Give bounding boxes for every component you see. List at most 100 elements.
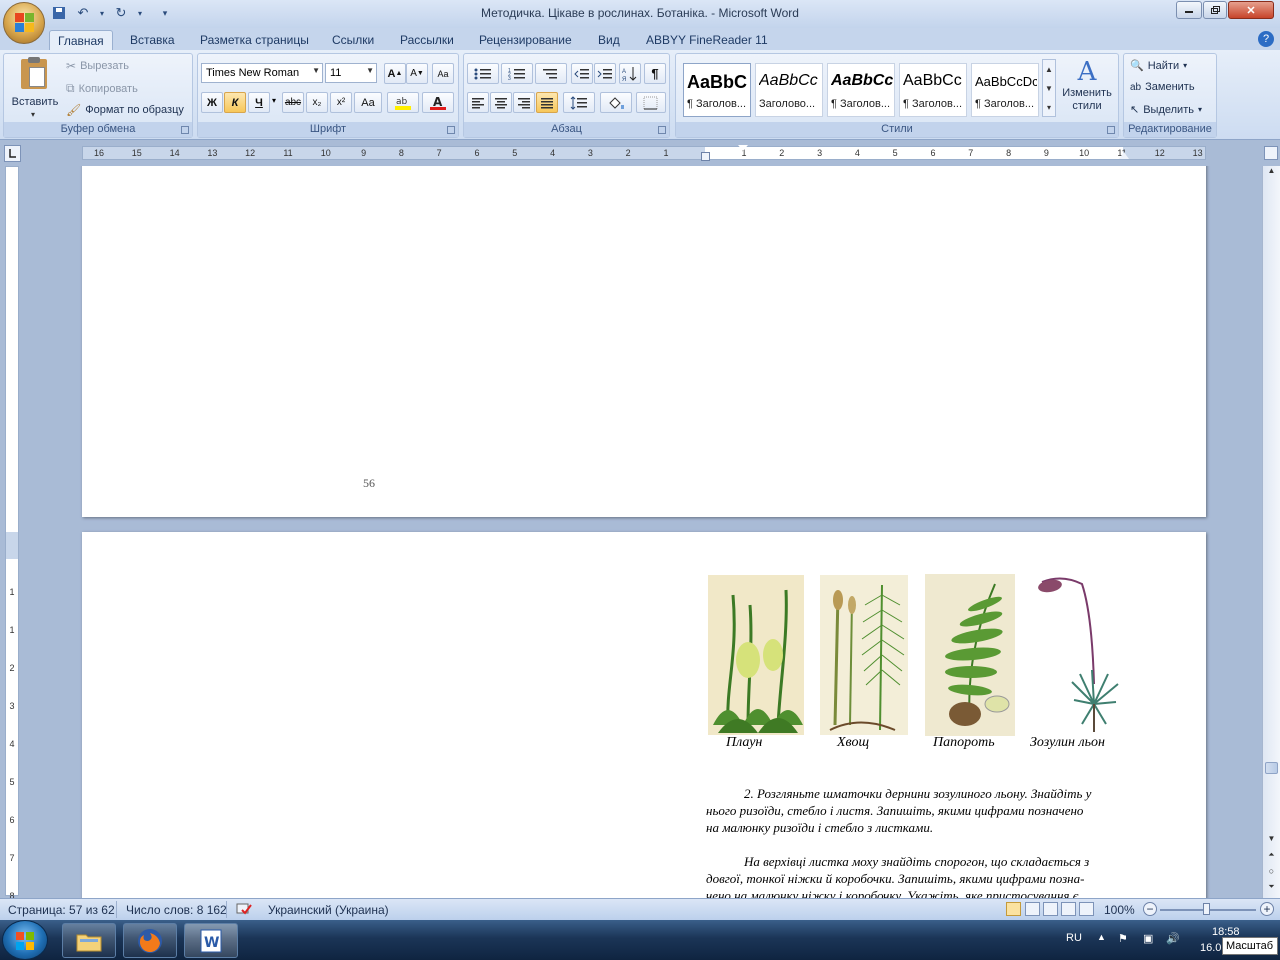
tab-home[interactable]: Главная <box>49 30 113 50</box>
proofing-icon[interactable] <box>236 902 252 916</box>
zoom-slider-thumb[interactable] <box>1203 903 1210 915</box>
shrink-font-button[interactable]: A ▼ <box>406 63 428 84</box>
paste-button[interactable]: Вставить ▾ <box>9 57 61 121</box>
format-painter-button[interactable]: 🖌 Формат по образцу <box>66 103 184 117</box>
borders-button[interactable] <box>636 92 666 113</box>
style-tile-5[interactable]: AaBbCcDc ¶ Заголов... <box>971 63 1039 117</box>
save-icon[interactable] <box>50 4 68 22</box>
document-area[interactable]: 56 Плаун Хвощ Папороть Зозулин льон 2. Р… <box>24 166 1262 898</box>
view-print-layout-icon[interactable] <box>1006 902 1021 916</box>
prev-page-icon[interactable]: ⏶ <box>1265 850 1278 864</box>
tab-abbyy[interactable]: ABBYY FineReader 11 <box>638 30 776 50</box>
superscript-button[interactable]: x² <box>330 92 352 113</box>
style-tile-3[interactable]: AaBbCc ¶ Заголов... <box>827 63 895 117</box>
line-spacing-button[interactable] <box>563 92 595 113</box>
font-color-button[interactable]: A <box>422 92 454 113</box>
flag-icon[interactable]: ⚑ <box>1118 932 1128 945</box>
left-indent-marker[interactable] <box>701 152 710 161</box>
select-button[interactable]: ↖ Выделить ▾ <box>1130 103 1202 117</box>
redo-icon[interactable]: ↻ <box>112 4 130 22</box>
dialog-launcher-icon[interactable] <box>658 126 666 134</box>
show-marks-button[interactable]: ¶ <box>644 63 666 84</box>
numbering-button[interactable]: 123 <box>501 63 533 84</box>
start-button[interactable] <box>2 920 48 960</box>
tab-selector-icon[interactable] <box>4 145 21 162</box>
view-draft-icon[interactable] <box>1079 902 1094 916</box>
redo-dropdown-icon[interactable]: ▾ <box>136 4 144 22</box>
help-icon[interactable]: ? <box>1258 31 1274 47</box>
dialog-launcher-icon[interactable] <box>447 126 455 134</box>
scroll-down-icon[interactable]: ▼ <box>1265 834 1278 848</box>
underline-button[interactable]: Ч <box>248 92 270 113</box>
firefox-taskbar-button[interactable] <box>123 923 177 958</box>
vertical-ruler[interactable]: 112345678 <box>5 166 19 901</box>
style-tile-1[interactable]: AaBbC ¶ Заголов... <box>683 63 751 117</box>
word-count[interactable]: Число слов: 8 162 <box>126 903 227 917</box>
bold-button[interactable]: Ж <box>201 92 223 113</box>
office-button[interactable] <box>3 2 45 44</box>
view-full-screen-icon[interactable] <box>1025 902 1040 916</box>
find-button[interactable]: 🔍 Найти ▾ <box>1130 59 1187 73</box>
tab-review[interactable]: Рецензирование <box>471 30 580 50</box>
increase-indent-button[interactable] <box>594 63 616 84</box>
right-indent-marker[interactable] <box>1119 152 1129 159</box>
decrease-indent-button[interactable] <box>571 63 593 84</box>
bullets-button[interactable] <box>467 63 499 84</box>
dialog-launcher-icon[interactable] <box>1107 126 1115 134</box>
horizontal-ruler[interactable]: 16 15 14 13 12 11 10 9 8 7 6 5 4 3 2 1 1 2 3 4 5 6 7 8 9 10 11 12 1… <box>82 145 1206 161</box>
font-size-box[interactable]: 11 ▼ <box>325 63 377 83</box>
vertical-scrollbar[interactable]: ▲ ▼ ⏶ ○ ⏷ <box>1262 166 1280 898</box>
subscript-button[interactable]: x₂ <box>306 92 328 113</box>
strikethrough-button[interactable]: abc <box>282 92 304 113</box>
justify-button[interactable] <box>536 92 558 113</box>
tab-references[interactable]: Ссылки <box>324 30 382 50</box>
tab-insert[interactable]: Вставка <box>122 30 183 50</box>
tab-view[interactable]: Вид <box>590 30 628 50</box>
customize-qat-icon[interactable]: ▾ <box>158 4 172 22</box>
italic-button[interactable]: К <box>224 92 246 113</box>
page-counter[interactable]: Страница: 57 из 62 <box>8 903 115 917</box>
change-styles-button[interactable]: A Изменить стили <box>1058 57 1116 121</box>
font-name-box[interactable]: Times New Roman ▼ <box>201 63 323 83</box>
undo-dropdown-icon[interactable]: ▾ <box>98 4 106 22</box>
styles-scroll[interactable]: ▲ ▼ ▾ <box>1042 59 1056 117</box>
clock-date[interactable]: 16.0 <box>1200 942 1221 954</box>
zoom-level[interactable]: 100% <box>1104 903 1135 917</box>
change-case-button[interactable]: Aa <box>354 92 382 113</box>
word-taskbar-button[interactable]: W <box>184 923 238 958</box>
underline-dropdown-icon[interactable]: ▾ <box>272 96 276 105</box>
close-button[interactable]: ✕ <box>1228 1 1274 19</box>
sort-button[interactable]: AЯ <box>619 63 641 84</box>
dialog-launcher-icon[interactable] <box>181 126 189 134</box>
style-tile-2[interactable]: AaBbCc Заголово... <box>755 63 823 117</box>
minimize-button[interactable] <box>1176 1 1202 19</box>
shading-button[interactable] <box>600 92 632 113</box>
input-language[interactable]: RU <box>1066 932 1082 944</box>
grow-font-button[interactable]: A ▲ <box>384 63 406 84</box>
network-icon[interactable]: ▣ <box>1143 932 1153 945</box>
restore-button[interactable] <box>1203 1 1227 19</box>
first-line-indent-marker[interactable] <box>738 145 748 151</box>
scroll-up-icon[interactable]: ▲ <box>1265 166 1278 180</box>
explorer-taskbar-button[interactable] <box>62 923 116 958</box>
style-tile-4[interactable]: AaBbCc ¶ Заголов... <box>899 63 967 117</box>
tab-mailings[interactable]: Рассылки <box>392 30 462 50</box>
cut-button[interactable]: ✂ Вырезать <box>66 59 129 73</box>
align-center-button[interactable] <box>490 92 512 113</box>
zoom-out-icon[interactable]: − <box>1143 902 1157 916</box>
undo-icon[interactable]: ↶ <box>74 4 92 22</box>
tray-expand-icon[interactable]: ▲ <box>1097 932 1106 942</box>
browse-object-icon[interactable]: ○ <box>1265 866 1278 880</box>
highlight-button[interactable]: ab <box>387 92 419 113</box>
view-outline-icon[interactable] <box>1061 902 1076 916</box>
next-page-icon[interactable]: ⏷ <box>1265 882 1278 896</box>
multilevel-list-button[interactable] <box>535 63 567 84</box>
align-right-button[interactable] <box>513 92 535 113</box>
clear-formatting-button[interactable]: Aa <box>432 63 454 84</box>
volume-icon[interactable]: 🔊 <box>1166 932 1180 945</box>
view-ruler-icon[interactable] <box>1264 146 1278 160</box>
zoom-in-icon[interactable]: + <box>1260 902 1274 916</box>
tab-page-layout[interactable]: Разметка страницы <box>192 30 317 50</box>
scroll-thumb[interactable] <box>1265 762 1278 774</box>
view-web-layout-icon[interactable] <box>1043 902 1058 916</box>
